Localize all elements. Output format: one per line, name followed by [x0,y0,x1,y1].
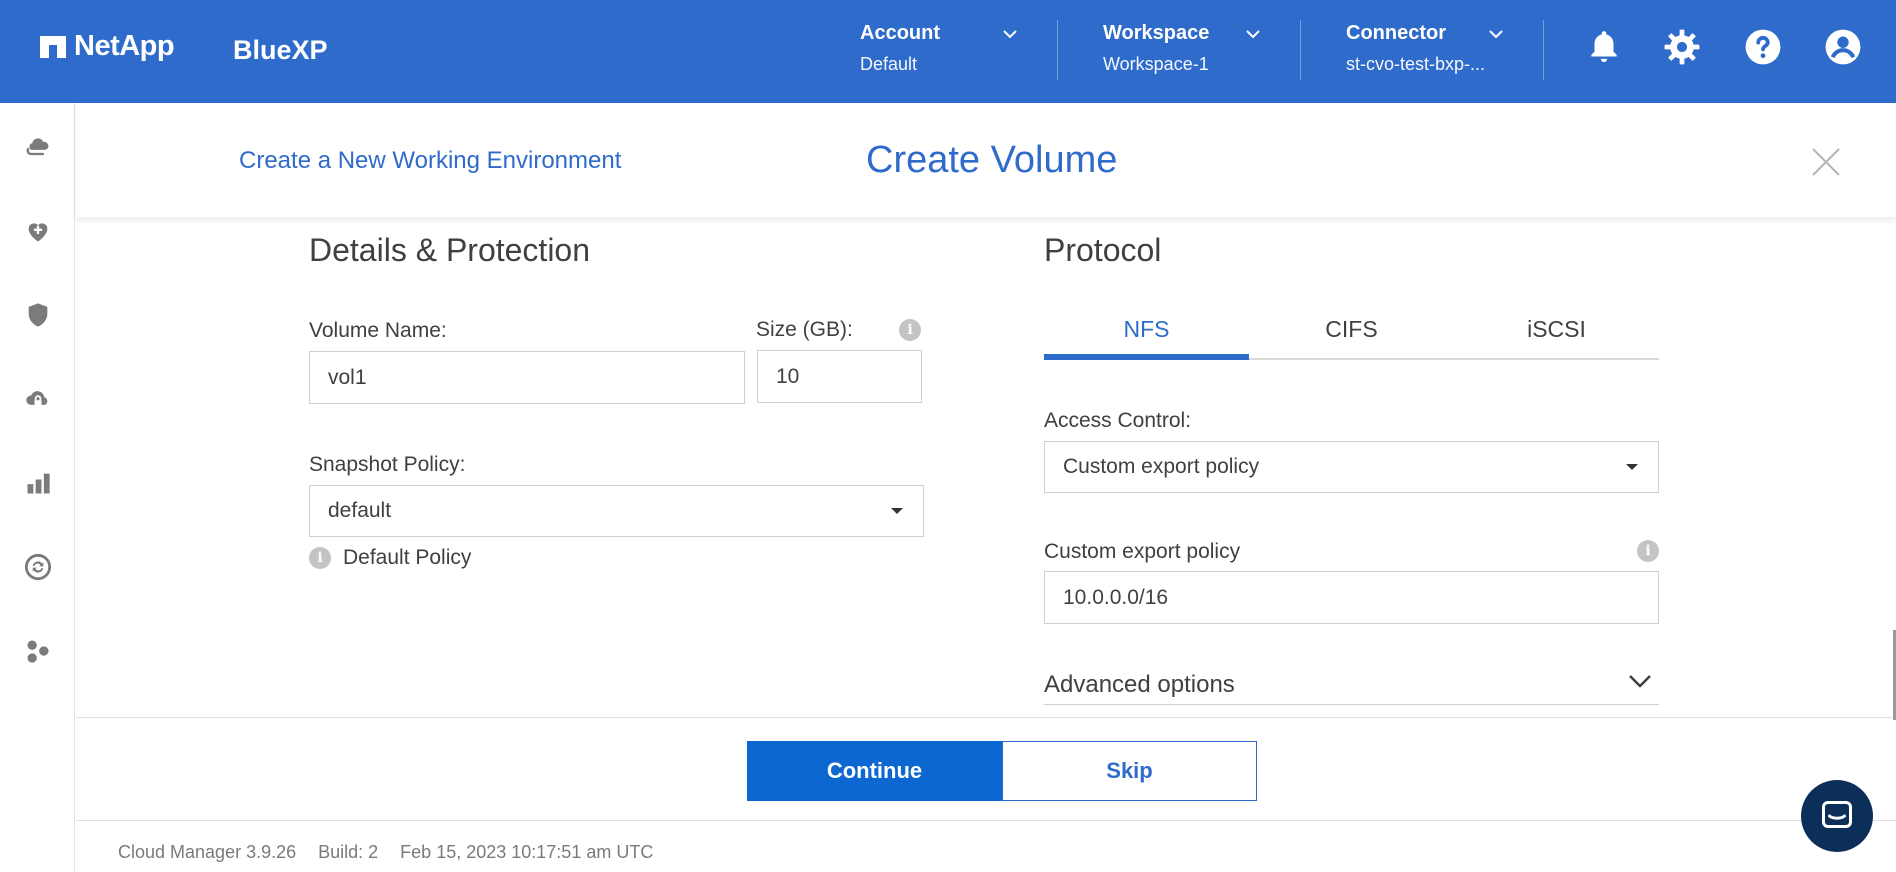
skip-button[interactable]: Skip [1002,741,1257,801]
action-bar: Continue Skip [76,717,1896,821]
sync-icon[interactable] [24,553,52,581]
connector-selector[interactable]: Connector st-cvo-test-bxp-... [1346,22,1506,82]
workspace-selector[interactable]: Workspace Workspace-1 [1103,22,1263,82]
left-nav-rail [0,103,75,872]
account-selector[interactable]: Account Default [860,22,1020,82]
access-control-value: Custom export policy [1063,455,1260,478]
snapshot-policy-select[interactable]: default [309,485,924,537]
chevron-down-icon [1246,30,1260,39]
wizard-header: Create a New Working Environment Create … [76,103,1896,217]
header-divider [1543,20,1544,80]
caret-down-icon [1626,464,1638,470]
caret-down-icon [891,508,903,514]
product-name: BlueXP [233,35,328,65]
tab-nfs[interactable]: NFS [1044,304,1249,360]
snapshot-policy-label: Snapshot Policy: [309,453,466,476]
workspace-title: Workspace [1103,22,1210,44]
custom-export-policy-input[interactable] [1044,571,1659,624]
cloud-storage-icon[interactable] [24,133,52,161]
create-working-environment-link[interactable]: Create a New Working Environment [239,147,621,175]
status-bar: Cloud Manager 3.9.26 Build: 2 Feb 15, 20… [118,842,653,863]
tab-cifs[interactable]: CIFS [1249,304,1454,358]
protection-icon[interactable] [24,301,52,329]
volume-name-label: Volume Name: [309,319,447,342]
tab-iscsi[interactable]: iSCSI [1454,304,1659,358]
top-bar: NetApp BlueXP Account Default Workspace … [0,0,1896,103]
chat-icon [1822,801,1852,828]
protocol-section-title: Protocol [1044,232,1162,268]
size-input[interactable] [757,350,922,403]
analytics-icon[interactable] [24,469,52,497]
chevron-down-icon [1003,30,1017,39]
netapp-logo-icon [40,35,66,58]
netapp-logo[interactable]: NetApp [40,30,175,63]
protocol-tabs: NFS CIFS iSCSI [1044,304,1659,360]
help-icon[interactable] [1744,28,1782,66]
gear-icon[interactable] [1663,28,1701,66]
version-text: Cloud Manager 3.9.26 [118,842,297,862]
details-section-title: Details & Protection [309,232,591,268]
brand-name: NetApp [74,30,175,62]
header-divider [1300,20,1301,80]
access-control-select[interactable]: Custom export policy [1044,441,1659,493]
volume-name-input[interactable] [309,351,745,404]
access-control-label: Access Control: [1044,409,1192,432]
advanced-options-toggle[interactable]: Advanced options [1044,665,1659,705]
page-title: Create Volume [866,139,1118,181]
chat-button[interactable] [1801,780,1873,852]
chevron-down-icon [1629,675,1651,688]
size-label: Size (GB): [756,318,853,341]
timestamp-text: Feb 15, 2023 10:17:51 am UTC [400,842,654,862]
export-policy-info-icon[interactable]: i [1637,540,1659,562]
advanced-options-label: Advanced options [1044,671,1235,698]
integrations-icon[interactable] [24,637,52,665]
connector-title: Connector [1346,22,1446,44]
health-icon[interactable] [24,217,52,245]
build-text: Build: 2 [318,842,379,862]
close-icon[interactable] [1811,147,1841,177]
chevron-down-icon [1489,30,1503,39]
snapshot-policy-value: default [328,499,392,522]
custom-export-policy-label: Custom export policy [1044,540,1241,563]
bell-icon[interactable] [1585,28,1623,66]
snapshot-info-icon: i [309,547,331,569]
account-value: Default [860,54,918,74]
size-info-icon[interactable]: i [899,319,921,341]
workspace-value: Workspace-1 [1103,54,1209,74]
cloud-backup-icon[interactable] [24,385,52,413]
account-title: Account [860,22,940,44]
connector-value: st-cvo-test-bxp-... [1346,54,1486,74]
header-divider [1057,20,1058,80]
snapshot-policy-hint: Default Policy [343,546,472,569]
continue-button[interactable]: Continue [747,741,1002,801]
user-icon[interactable] [1824,28,1862,66]
